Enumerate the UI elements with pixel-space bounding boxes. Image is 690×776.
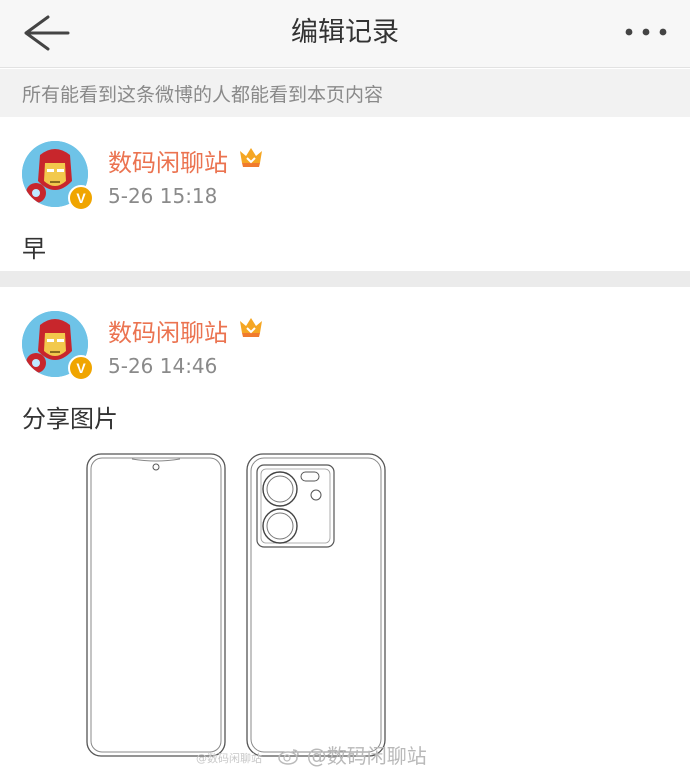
vip-crown-icon [240, 148, 262, 167]
edit-record-card: V 数码闲聊站 5-26 14:46 分享图片 @数码闲聊站 @数码闲聊站 [0, 287, 690, 776]
post-time: 5-26 15:18 [108, 184, 218, 208]
avatar[interactable]: V [22, 311, 94, 381]
watermark-small: @数码闲聊站 [196, 751, 262, 765]
username[interactable]: 数码闲聊站 [108, 143, 228, 178]
vip-crown-icon [240, 318, 262, 337]
post-time: 5-26 14:46 [108, 354, 218, 378]
post-content: 早 [22, 235, 46, 263]
post-content: 分享图片 [22, 405, 118, 433]
arrow-left-icon [24, 15, 70, 51]
verified-badge: V [68, 185, 94, 211]
more-dots-icon [625, 28, 667, 36]
avatar[interactable]: V [22, 141, 94, 211]
separator [0, 271, 690, 287]
verified-badge: V [68, 355, 94, 381]
weibo-logo-icon [278, 746, 300, 770]
watermark-text: @数码闲聊站 [306, 744, 427, 768]
phone-sketch-image[interactable] [80, 447, 455, 776]
visibility-notice: 所有能看到这条微博的人都能看到本页内容 [0, 69, 690, 117]
more-button[interactable] [620, 20, 672, 44]
page-title: 编辑记录 [291, 17, 399, 48]
image-watermark: @数码闲聊站 @数码闲聊站 [196, 740, 427, 770]
edit-record-card: V 数码闲聊站 5-26 15:18 早 [0, 117, 690, 271]
username[interactable]: 数码闲聊站 [108, 313, 228, 348]
back-button[interactable] [18, 12, 74, 54]
top-bar: 编辑记录 [0, 0, 690, 68]
